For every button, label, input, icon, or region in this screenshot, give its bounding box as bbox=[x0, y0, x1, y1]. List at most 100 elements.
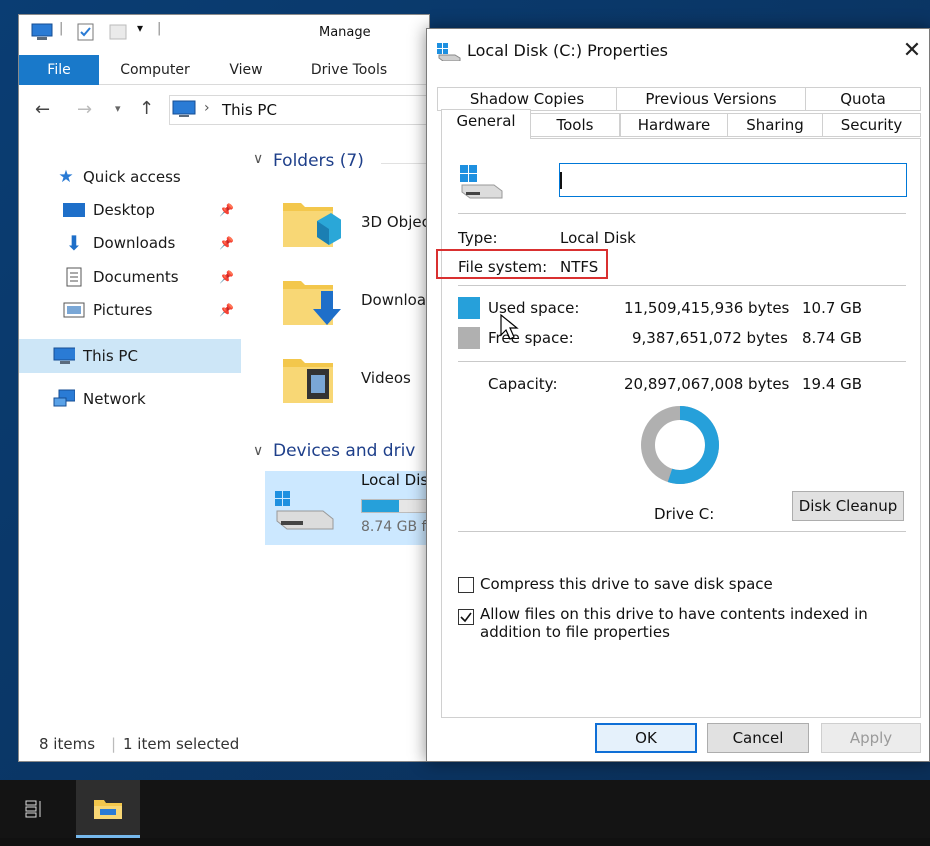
folder-label: Videos bbox=[361, 369, 411, 387]
pin-icon[interactable]: 📌 bbox=[219, 303, 234, 317]
compress-checkbox[interactable] bbox=[458, 577, 474, 593]
tab-shadow-copies[interactable]: Shadow Copies bbox=[437, 87, 617, 111]
pin-icon[interactable]: 📌 bbox=[219, 236, 234, 250]
taskbar-file-explorer[interactable] bbox=[76, 780, 140, 838]
nav-item-desktop[interactable]: Desktop 📌 bbox=[19, 194, 241, 226]
apply-button[interactable]: Apply bbox=[821, 723, 921, 753]
folders-group-heading[interactable]: Folders (7) bbox=[273, 151, 364, 171]
nav-item-this-pc[interactable]: This PC bbox=[19, 339, 241, 373]
dialog-title: Local Disk (C:) Properties bbox=[467, 41, 668, 60]
forward-icon[interactable]: → bbox=[77, 99, 92, 120]
file-explorer-icon bbox=[94, 799, 122, 819]
local-disk-tile[interactable]: Local Disk ( 8.74 GB free bbox=[265, 471, 429, 545]
nav-label: Downloads bbox=[93, 234, 176, 252]
properties-dialog: Local Disk (C:) Properties ✕ Shadow Copi… bbox=[426, 28, 930, 762]
dialog-title-bar[interactable]: Local Disk (C:) Properties ✕ bbox=[427, 29, 929, 75]
nav-item-documents[interactable]: Documents 📌 bbox=[19, 261, 241, 293]
separator bbox=[458, 285, 906, 286]
address-path: This PC bbox=[222, 101, 277, 119]
folder-downloads-icon[interactable] bbox=[281, 269, 341, 329]
up-icon[interactable]: ↑ bbox=[139, 98, 154, 119]
toolbar-separator: | bbox=[59, 21, 64, 36]
tab-computer[interactable]: Computer bbox=[103, 55, 207, 85]
usage-donut-chart bbox=[641, 406, 719, 484]
network-icon bbox=[53, 389, 75, 409]
compress-label[interactable]: Compress this drive to save disk space bbox=[480, 575, 900, 593]
desktop-icon bbox=[63, 200, 85, 220]
drive-c-label: Drive C: bbox=[654, 505, 715, 523]
status-separator: | bbox=[111, 735, 117, 753]
folder-label: Downloads bbox=[361, 291, 429, 309]
tab-file[interactable]: File bbox=[19, 55, 99, 85]
close-icon[interactable]: ✕ bbox=[897, 37, 927, 67]
tab-security[interactable]: Security bbox=[822, 113, 921, 137]
recent-locations-icon[interactable]: ▾ bbox=[115, 102, 121, 115]
used-space-swatch bbox=[458, 297, 480, 319]
quick-access-toolbar: | ▾ | Manage bbox=[19, 15, 429, 55]
tab-quota[interactable]: Quota bbox=[805, 87, 921, 111]
pin-icon[interactable]: 📌 bbox=[219, 203, 234, 217]
pin-icon[interactable]: 📌 bbox=[219, 270, 234, 284]
tab-tools[interactable]: Tools bbox=[530, 113, 620, 137]
drive-name-input[interactable] bbox=[559, 163, 907, 197]
nav-item-downloads[interactable]: ⬇ Downloads 📌 bbox=[19, 227, 241, 259]
file-system-highlight-box bbox=[436, 249, 608, 279]
nav-item-network[interactable]: Network bbox=[19, 383, 241, 415]
file-explorer-window: | ▾ | Manage File Computer View Drive To… bbox=[18, 14, 430, 762]
tab-previous-versions[interactable]: Previous Versions bbox=[616, 87, 806, 111]
nav-item-pictures[interactable]: Pictures 📌 bbox=[19, 294, 241, 326]
new-folder-icon[interactable] bbox=[109, 23, 127, 45]
nav-label: Desktop bbox=[93, 201, 155, 219]
tab-general[interactable]: General bbox=[441, 109, 531, 139]
nav-label: Network bbox=[83, 390, 146, 408]
selection-count: 1 item selected bbox=[123, 735, 240, 753]
used-space-bytes: 11,509,415,936 bytes bbox=[624, 299, 790, 317]
breadcrumb-chevron-icon: › bbox=[204, 100, 210, 116]
type-label: Type: bbox=[458, 229, 498, 247]
address-box[interactable]: › This PC bbox=[169, 95, 429, 125]
drive-name: Local Disk ( bbox=[361, 471, 429, 489]
cancel-button[interactable]: Cancel bbox=[707, 723, 809, 753]
drive-usage-bar bbox=[361, 499, 429, 513]
text-cursor bbox=[560, 172, 562, 189]
tab-hardware[interactable]: Hardware bbox=[620, 113, 728, 137]
download-arrow-icon: ⬇ bbox=[65, 231, 83, 255]
folder-3d-objects-icon[interactable] bbox=[281, 191, 343, 251]
index-checkbox[interactable] bbox=[458, 609, 474, 625]
capacity-label: Capacity: bbox=[488, 375, 558, 393]
ribbon-tabs: File Computer View Drive Tools bbox=[19, 55, 429, 85]
folder-label: 3D Objects bbox=[361, 213, 430, 231]
navigation-pane: ★ Quick access Desktop 📌 ⬇ Downloads 📌 D… bbox=[19, 159, 241, 719]
task-view-icon bbox=[25, 800, 41, 818]
task-view-button[interactable] bbox=[12, 780, 56, 838]
mouse-cursor-icon bbox=[500, 313, 519, 340]
tab-view[interactable]: View bbox=[215, 55, 277, 85]
index-label[interactable]: Allow files on this drive to have conten… bbox=[480, 605, 900, 641]
content-pane: ∨ Folders (7) 3D Objects Downloads Video… bbox=[251, 145, 430, 735]
drive-usage-fill bbox=[362, 500, 400, 512]
chevron-down-icon[interactable]: ∨ bbox=[253, 151, 263, 167]
drive-icon bbox=[437, 43, 461, 65]
disk-cleanup-button[interactable]: Disk Cleanup bbox=[792, 491, 904, 521]
status-bar: 8 items | 1 item selected bbox=[19, 729, 429, 761]
tab-drive-tools[interactable]: Drive Tools bbox=[289, 55, 409, 85]
computer-icon[interactable] bbox=[31, 23, 53, 45]
star-icon: ★ bbox=[58, 167, 74, 187]
capacity-bytes: 20,897,067,008 bytes bbox=[624, 375, 790, 393]
free-space-swatch bbox=[458, 327, 480, 349]
chevron-down-icon[interactable]: ∨ bbox=[253, 443, 263, 459]
group-divider bbox=[381, 163, 429, 164]
document-icon bbox=[63, 267, 85, 287]
customize-toolbar-icon[interactable]: ▾ bbox=[137, 21, 143, 35]
separator bbox=[458, 361, 906, 362]
tab-sharing[interactable]: Sharing bbox=[727, 113, 823, 137]
ok-button[interactable]: OK bbox=[595, 723, 697, 753]
folder-videos-icon[interactable] bbox=[281, 347, 341, 407]
nav-label: Quick access bbox=[83, 168, 181, 186]
type-value: Local Disk bbox=[560, 229, 636, 247]
properties-icon[interactable] bbox=[77, 23, 95, 45]
address-bar-row: ← → ▾ ↑ › This PC bbox=[19, 93, 429, 127]
nav-item-quick-access[interactable]: ★ Quick access bbox=[19, 161, 241, 193]
back-icon[interactable]: ← bbox=[35, 99, 50, 120]
devices-group-heading[interactable]: Devices and driv bbox=[273, 441, 415, 461]
